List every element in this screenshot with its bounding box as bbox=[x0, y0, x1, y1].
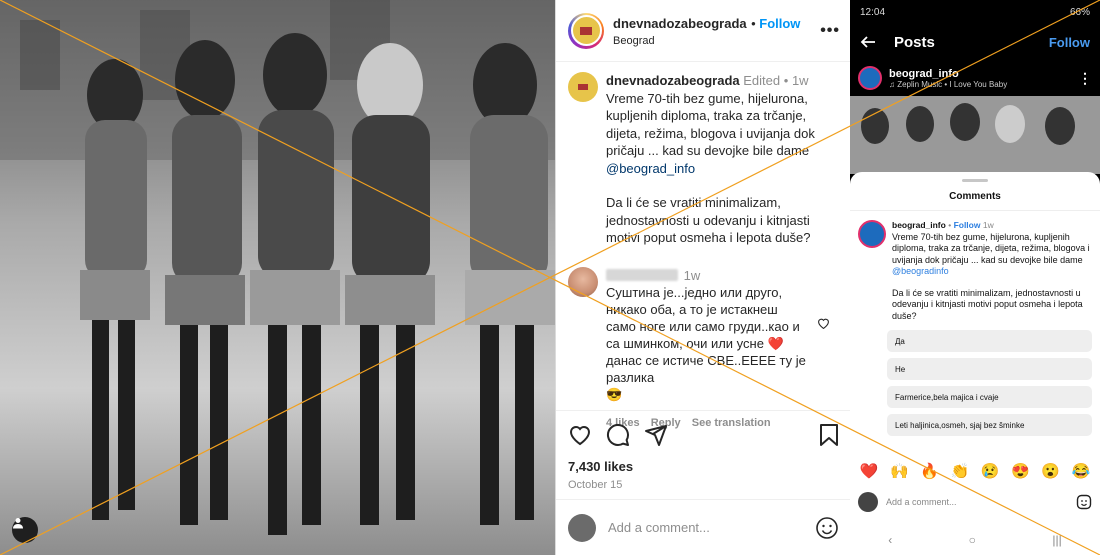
post-photo bbox=[0, 0, 555, 555]
sheet-post-question: Da li će se vratiti minimalizam, jednost… bbox=[892, 287, 1083, 321]
sheet-add-comment-input[interactable]: Add a comment... bbox=[886, 497, 1076, 507]
post-side-panel: dnevnadozabeograda • Follow Beograd ••• … bbox=[555, 0, 851, 555]
sheet-post-text: Vreme 70-tih bez gume, hijelurona, kuplj… bbox=[892, 231, 1090, 265]
more-options-icon[interactable]: ••• bbox=[820, 22, 840, 40]
mobile-follow-button[interactable]: Follow bbox=[1049, 35, 1090, 50]
share-icon[interactable] bbox=[644, 423, 668, 447]
emoji-picker-icon[interactable] bbox=[815, 516, 839, 540]
sheet-user-avatar bbox=[858, 492, 878, 512]
sheet-author-name[interactable]: beograd_info bbox=[892, 220, 946, 230]
sheet-post-caption: beograd_info • Follow 1w Vreme 70-tih be… bbox=[850, 211, 1100, 322]
comment-icon[interactable] bbox=[606, 423, 630, 447]
mobile-account-name[interactable]: beograd_info bbox=[889, 68, 1007, 80]
quick-emoji-row: ❤️ 🙌 🔥 👏 😢 😍 😮 😂 bbox=[850, 462, 1100, 480]
status-time: 12:04 bbox=[860, 6, 886, 18]
edited-label: Edited bbox=[743, 73, 781, 88]
sheet-grabber[interactable] bbox=[962, 179, 988, 182]
post-date: October 15 bbox=[568, 479, 623, 491]
caption-time[interactable]: 1w bbox=[792, 73, 809, 88]
mobile-title: Posts bbox=[894, 33, 935, 51]
sheet-author-avatar[interactable] bbox=[858, 220, 886, 248]
nav-back-icon[interactable]: ‹ bbox=[888, 533, 892, 547]
caption-avatar[interactable] bbox=[568, 72, 598, 102]
comment-text-after: данас се истиче СВЕ..ЕЕЕЕ ту је разлика bbox=[606, 352, 806, 385]
music-label[interactable]: ♫ Zeplin Music • I Love You Baby bbox=[889, 80, 1007, 89]
mobile-screenshot: 12:04 66% Posts Follow beograd_info ♫ Ze… bbox=[850, 0, 1100, 555]
emoji-reaction[interactable]: 😢 bbox=[981, 462, 1000, 480]
emoji-reaction[interactable]: 🔥 bbox=[920, 462, 939, 480]
back-arrow-icon[interactable] bbox=[860, 34, 876, 50]
more-options-icon[interactable]: ⋮ bbox=[1078, 70, 1092, 87]
sheet-post-time: 1w bbox=[982, 220, 994, 230]
add-comment-bar: Add a comment... bbox=[556, 499, 851, 555]
battery-level: 66% bbox=[1069, 6, 1090, 18]
sunglasses-emoji: 😎 bbox=[606, 386, 623, 402]
sheet-follow-button[interactable]: Follow bbox=[954, 220, 981, 230]
emoji-reaction[interactable]: 😮 bbox=[1041, 462, 1060, 480]
comment-time[interactable]: 1w bbox=[684, 268, 701, 283]
mobile-photo-illustration bbox=[850, 96, 1100, 174]
caption: dnevnadozabeograda Edited • 1w Vreme 70-… bbox=[556, 62, 850, 247]
caption-text: Vreme 70-tih bez gume, hijelurona, kuplj… bbox=[606, 90, 815, 159]
nav-recents-icon[interactable]: ||| bbox=[1052, 533, 1061, 547]
like-count[interactable]: 7,430 likes bbox=[568, 459, 839, 474]
gif-sticker-icon[interactable] bbox=[1076, 494, 1092, 510]
commenter-avatar[interactable] bbox=[568, 266, 598, 297]
author-username[interactable]: dnevnadozabeograda bbox=[613, 16, 747, 31]
comments-sheet: Comments beograd_info • Follow 1w Vreme … bbox=[850, 172, 1100, 555]
redacted-username bbox=[606, 268, 678, 281]
emoji-reaction[interactable]: 👏 bbox=[951, 462, 970, 480]
comment-like-icon[interactable] bbox=[817, 317, 830, 329]
current-user-avatar bbox=[568, 513, 596, 542]
post-actions: 7,430 likes October 15 bbox=[556, 410, 851, 491]
emoji-reaction[interactable]: 😍 bbox=[1011, 462, 1030, 480]
caption-question: Da li će se vratiti minimalizam, jednost… bbox=[606, 195, 811, 245]
android-nav-bar: ‹ ○ ||| bbox=[850, 525, 1100, 555]
caption-username[interactable]: dnevnadozabeograda bbox=[606, 73, 740, 88]
post-header: dnevnadozabeograda • Follow Beograd ••• bbox=[556, 0, 850, 62]
add-comment-input[interactable]: Add a comment... bbox=[608, 520, 815, 535]
emoji-reaction[interactable]: 🙌 bbox=[890, 462, 909, 480]
follow-button[interactable]: Follow bbox=[759, 16, 800, 31]
photo-illustration bbox=[0, 0, 555, 555]
emoji-reaction[interactable]: 😂 bbox=[1072, 462, 1091, 480]
author-avatar[interactable] bbox=[568, 12, 604, 49]
sheet-post-mention[interactable]: @beogradinfo bbox=[892, 266, 949, 276]
person-icon bbox=[13, 518, 23, 529]
nav-home-icon[interactable]: ○ bbox=[969, 533, 976, 547]
location-link[interactable]: Beograd bbox=[613, 35, 820, 47]
mobile-account-avatar[interactable] bbox=[858, 66, 882, 90]
mobile-top-bar: Posts Follow bbox=[850, 24, 1100, 60]
logo-icon bbox=[578, 84, 588, 90]
status-bar: 12:04 66% bbox=[850, 0, 1100, 24]
tagged-users-button[interactable] bbox=[12, 517, 38, 543]
comment-item: 1w Суштина је...једно или друго, никако … bbox=[556, 247, 850, 432]
like-icon[interactable] bbox=[568, 424, 592, 446]
save-icon[interactable] bbox=[819, 423, 839, 447]
sheet-comment[interactable]: Да bbox=[887, 330, 1092, 352]
logo-icon bbox=[580, 26, 592, 35]
mobile-post-photo bbox=[850, 96, 1100, 174]
sheet-comment[interactable]: Leti haljinica,osmeh, sjaj bez šminke bbox=[887, 414, 1092, 436]
sheet-title: Comments bbox=[949, 191, 1001, 202]
caption-mention[interactable]: @beograd_info bbox=[606, 161, 695, 176]
sheet-comment[interactable]: Farmerice,bela majica i cvaje bbox=[887, 386, 1092, 408]
sheet-comment[interactable]: Не bbox=[887, 358, 1092, 380]
heart-emoji: ❤️ bbox=[767, 335, 784, 351]
emoji-reaction[interactable]: ❤️ bbox=[860, 462, 879, 480]
sheet-add-comment: Add a comment... bbox=[858, 492, 1092, 512]
mobile-post-header: beograd_info ♫ Zeplin Music • I Love You… bbox=[850, 60, 1100, 96]
